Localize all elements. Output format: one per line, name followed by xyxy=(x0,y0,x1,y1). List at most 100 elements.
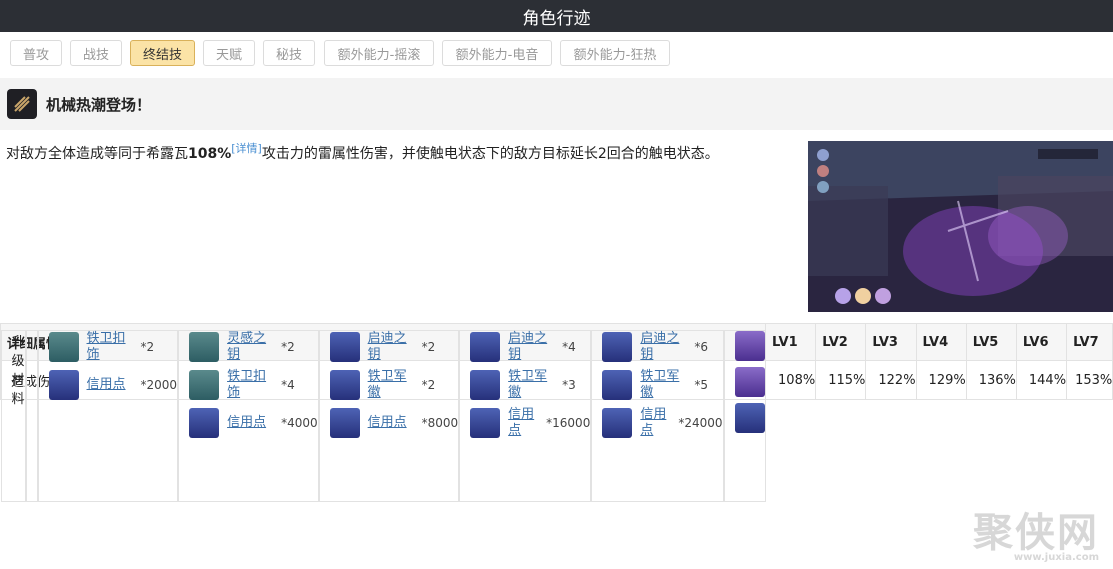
tab-extra-electro[interactable]: 额外能力-电音 xyxy=(442,40,552,66)
damage-lv3: 122% xyxy=(865,360,917,400)
material-qty: *3 xyxy=(562,378,576,392)
material-name-link[interactable]: 信用点 xyxy=(87,377,133,393)
site-watermark: 聚侠网 www.juxia.com xyxy=(973,500,1099,563)
header-lv7: LV7 xyxy=(1066,323,1113,361)
header-lv2: LV2 xyxy=(815,323,867,361)
key-of-inspiration-icon[interactable] xyxy=(189,332,220,362)
material-item: 铁卫军徽 *2 xyxy=(329,369,459,401)
header-lv6: LV6 xyxy=(1015,323,1068,361)
key-of-knowledge-icon[interactable] xyxy=(602,332,633,362)
iron-guard-insignia-icon[interactable] xyxy=(329,370,360,400)
page-title: 角色行迹 xyxy=(522,8,591,29)
credit-icon[interactable] xyxy=(470,408,501,438)
damage-lv6: 144% xyxy=(1015,360,1068,400)
key-of-knowledge-icon[interactable] xyxy=(329,332,360,362)
material-qty: *5 xyxy=(694,378,708,392)
material-item: 信用点 *4000 xyxy=(189,407,318,439)
material-qty: *2 xyxy=(140,340,155,354)
tab-ultimate[interactable]: 终结技 xyxy=(130,40,195,66)
skill-preview-video[interactable] xyxy=(808,141,1113,312)
tab-talent[interactable]: 天赋 xyxy=(203,40,255,66)
desc-value: 108% xyxy=(188,146,232,162)
key-of-knowledge-icon[interactable] xyxy=(470,332,501,362)
material-name-link[interactable]: 启迪之钥 xyxy=(368,331,414,363)
material-qty: *4000 xyxy=(281,416,318,430)
material-item: 信用点 *16000 xyxy=(470,407,590,439)
materials-lv5: 启迪之钥 *4 铁卫军徽 *3 信用点 *16000 xyxy=(459,330,592,502)
header-lv5: LV5 xyxy=(965,323,1017,361)
materials-lv7 xyxy=(723,330,766,502)
material-item: 铁卫扣饰 *4 xyxy=(189,369,318,401)
materials-lv4: 启迪之钥 *2 铁卫军徽 *2 信用点 *8000 xyxy=(318,330,460,502)
damage-lv1: 108% xyxy=(765,360,817,400)
materials-lv1 xyxy=(25,330,38,502)
material-qty: *4 xyxy=(281,378,295,392)
tab-skill[interactable]: 战技 xyxy=(70,40,122,66)
material-qty: *2000 xyxy=(140,378,178,392)
material-name-link[interactable]: 铁卫军徽 xyxy=(508,369,554,401)
skill-attribute-table: 详细属性 LV1 LV2 LV3 LV4 LV5 LV6 LV7 造成伤害 10… xyxy=(0,323,1113,502)
tab-basic-attack[interactable]: 普攻 xyxy=(10,40,62,66)
material-qty: *2 xyxy=(421,340,436,354)
header-lv3: LV3 xyxy=(865,323,917,361)
desc-text-pre: 对敌方全体造成等同于希露瓦 xyxy=(6,146,188,162)
damage-lv7: 153% xyxy=(1066,360,1113,400)
header-lv1: LV1 xyxy=(765,323,817,361)
credit-icon[interactable] xyxy=(329,408,360,438)
damage-lv5: 136% xyxy=(965,360,1017,400)
material-name-link[interactable]: 信用点 xyxy=(368,415,414,431)
watermark-text: 聚侠网 xyxy=(973,510,1099,556)
material-item: 信用点 *8000 xyxy=(329,407,459,439)
credit-icon[interactable] xyxy=(48,370,79,400)
iron-guard-buckle-icon[interactable] xyxy=(189,370,220,400)
skill-name: 机械热潮登场！ xyxy=(46,95,152,114)
credit-icon[interactable] xyxy=(602,408,633,438)
material-qty: *2 xyxy=(421,378,436,392)
material-item: 信用点 *2000 xyxy=(48,369,178,401)
material-name-link[interactable]: 灵感之钥 xyxy=(227,331,273,363)
lv7-material-2-icon[interactable] xyxy=(734,367,765,397)
header-lv4: LV4 xyxy=(915,323,967,361)
material-item: 启迪之钥 *2 xyxy=(329,331,459,363)
material-qty: *6 xyxy=(694,340,708,354)
material-name-link[interactable]: 信用点 xyxy=(640,407,670,439)
material-item: 信用点 *24000 xyxy=(602,407,723,439)
material-name-link[interactable]: 铁卫军徽 xyxy=(368,369,414,401)
materials-label: 升级材料 xyxy=(0,330,26,502)
ultimate-skill-icon xyxy=(7,89,37,119)
details-link[interactable]: [详情] xyxy=(231,142,262,155)
tab-extra-rock[interactable]: 额外能力-摇滚 xyxy=(324,40,434,66)
material-name-link[interactable]: 铁卫军徽 xyxy=(640,369,686,401)
material-qty: *8000 xyxy=(421,416,459,430)
damage-lv4: 129% xyxy=(915,360,967,400)
iron-guard-buckle-icon[interactable] xyxy=(48,332,79,362)
tab-technique[interactable]: 秘技 xyxy=(263,40,315,66)
desc-text-post: 攻击力的雷属性伤害，并使触电状态下的敌方目标延长2回合的触电状态。 xyxy=(261,146,719,162)
lv7-material-1-icon[interactable] xyxy=(734,331,765,361)
skill-description: 对敌方全体造成等同于希露瓦108%[详情]攻击力的雷属性伤害，并使触电状态下的敌… xyxy=(6,138,796,165)
material-name-link[interactable]: 铁卫扣饰 xyxy=(87,331,133,363)
material-qty: *4 xyxy=(562,340,576,354)
iron-guard-insignia-icon[interactable] xyxy=(470,370,501,400)
materials-lv2: 铁卫扣饰 *2 信用点 *2000 xyxy=(37,330,179,502)
material-name-link[interactable]: 信用点 xyxy=(508,407,538,439)
skill-tabs: 普攻 战技 终结技 天赋 秘技 额外能力-摇滚 额外能力-电音 额外能力-狂热 xyxy=(0,32,1113,76)
material-item: 启迪之钥 *4 xyxy=(470,331,590,363)
material-qty: *2 xyxy=(281,340,295,354)
page-header: 角色行迹 xyxy=(0,0,1113,32)
material-item: 铁卫扣饰 *2 xyxy=(48,331,178,363)
credit-icon[interactable] xyxy=(189,408,220,438)
material-item: 灵感之钥 *2 xyxy=(189,331,318,363)
material-name-link[interactable]: 启迪之钥 xyxy=(640,331,686,363)
tab-extra-frenzy[interactable]: 额外能力-狂热 xyxy=(560,40,670,66)
material-name-link[interactable]: 信用点 xyxy=(227,415,273,431)
iron-guard-insignia-icon[interactable] xyxy=(602,370,633,400)
table-row-materials: 升级材料 铁卫扣饰 *2 信用点 *2000 灵感之钥 *2 铁卫扣饰 *4 信… xyxy=(0,330,766,502)
lv7-material-3-icon[interactable] xyxy=(734,403,765,433)
material-item: 铁卫军徽 *5 xyxy=(602,369,722,401)
material-name-link[interactable]: 启迪之钥 xyxy=(508,331,554,363)
material-qty: *16000 xyxy=(546,416,591,430)
material-qty: *24000 xyxy=(678,416,723,430)
materials-lv6: 启迪之钥 *6 铁卫军徽 *5 信用点 *24000 xyxy=(591,330,724,502)
material-name-link[interactable]: 铁卫扣饰 xyxy=(227,369,273,401)
